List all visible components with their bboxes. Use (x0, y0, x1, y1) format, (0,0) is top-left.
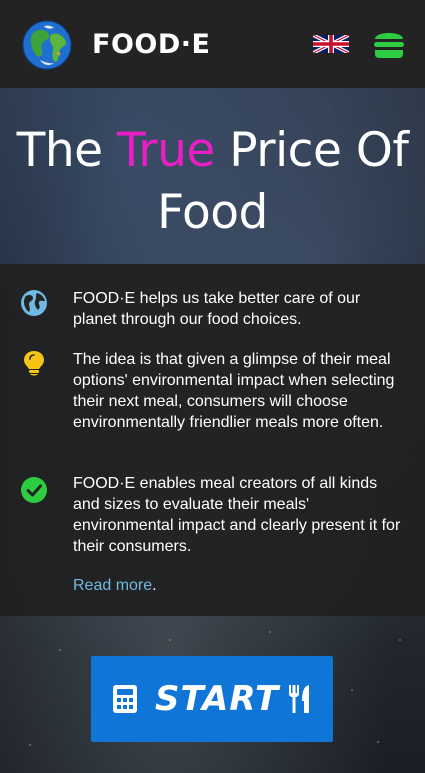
globe-icon (21, 290, 47, 316)
info-text-creators: FOOD·E enables meal creators of all kind… (73, 475, 401, 555)
start-button[interactable]: START (91, 656, 333, 742)
uk-flag-icon[interactable] (313, 35, 349, 53)
top-bar: FOOD·E (0, 0, 425, 88)
read-more-line: Read more. (73, 575, 157, 596)
hero-title-accent: True (116, 123, 215, 178)
burger-menu-icon[interactable] (372, 28, 406, 60)
read-more-link[interactable]: Read more (73, 577, 152, 594)
lightbulb-icon (24, 351, 44, 376)
hero-title-start: The (16, 123, 117, 178)
info-panel: FOOD·E helps us take better care of our … (0, 264, 425, 616)
read-more-period: . (152, 577, 157, 594)
hero-title: The True Price Of Food (0, 88, 425, 244)
info-text-planet: FOOD·E helps us take better care of our … (73, 290, 361, 328)
check-circle-icon (21, 477, 47, 503)
calculator-icon (113, 685, 137, 713)
earth-logo-icon[interactable] (22, 20, 72, 70)
info-text-idea: The idea is that given a glimpse of thei… (73, 351, 395, 431)
start-button-label: START (155, 679, 280, 719)
brand-name[interactable]: FOOD·E (92, 29, 210, 61)
hero-section: The True Price Of Food (0, 88, 425, 264)
utensils-icon (289, 685, 309, 713)
